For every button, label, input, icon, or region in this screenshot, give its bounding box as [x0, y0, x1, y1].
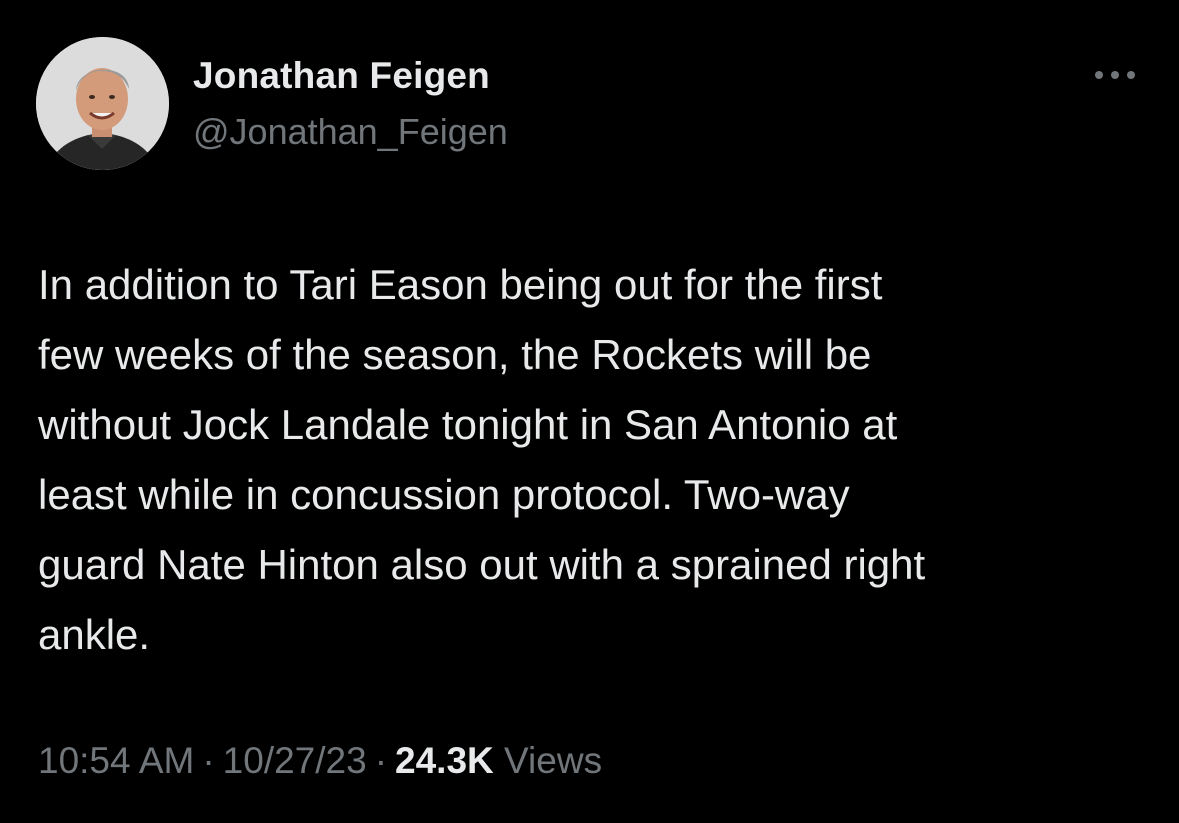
tweet-text-line: without Jock Landale tonight in San Anto…	[38, 401, 898, 448]
tweet-date[interactable]: 10/27/23	[223, 740, 367, 781]
views-count[interactable]: 24.3K	[395, 740, 494, 781]
tweet-text-line: guard Nate Hinton also out with a sprain…	[38, 541, 926, 588]
tweet-card: Jonathan Feigen @Jonathan_Feigen In addi…	[0, 0, 1179, 823]
more-dots-icon	[1095, 71, 1135, 79]
meta-separator: ·	[202, 740, 215, 781]
meta-separator: ·	[374, 740, 388, 781]
tweet-text-line: few weeks of the season, the Rockets wil…	[38, 331, 872, 378]
avatar[interactable]	[36, 37, 169, 170]
tweet-text-line: least while in concussion protocol. Two-…	[38, 471, 850, 518]
views-label: Views	[504, 740, 603, 781]
more-options-button[interactable]	[1090, 60, 1140, 90]
author-handle[interactable]: @Jonathan_Feigen	[193, 111, 508, 153]
profile-photo-icon	[36, 37, 169, 170]
tweet-text-line: In addition to Tari Eason being out for …	[38, 261, 883, 308]
tweet-time[interactable]: 10:54 AM	[38, 740, 194, 781]
tweet-metadata: 10:54 AM · 10/27/23 · 24.3K Views	[38, 740, 602, 782]
tweet-text: In addition to Tari Eason being out for …	[38, 250, 1148, 670]
author-display-name[interactable]: Jonathan Feigen	[193, 55, 490, 97]
tweet-text-line: ankle.	[38, 611, 151, 658]
